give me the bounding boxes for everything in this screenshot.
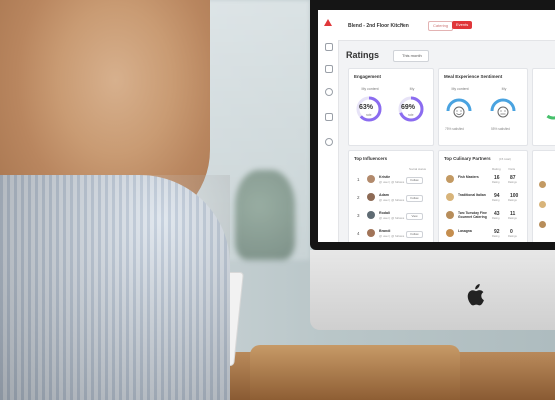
partner-avatar: [446, 211, 454, 219]
engagement-right-label: My: [409, 87, 415, 91]
chevron-down-icon[interactable]: ▾: [401, 22, 404, 28]
engagement-left-sub: rate: [366, 113, 372, 117]
list-item[interactable]: Two Tuesday Fine Gourmet Catering 43 Rat…: [444, 209, 524, 223]
desktop-monitor: Blend - 2nd Floor Kitchen ▾ Catering Eve…: [310, 0, 555, 330]
person-shadow: [0, 175, 230, 400]
follow-button[interactable]: Follow: [406, 231, 423, 238]
sentiment-left-label: My content: [451, 87, 469, 91]
rank: 1: [357, 177, 360, 182]
monitor-stand: [250, 345, 460, 400]
influencer-name: Kristie: [379, 175, 391, 179]
avatar: [367, 229, 375, 237]
partner-avatar: [539, 201, 546, 208]
partner-rating-label: Rating: [492, 199, 500, 202]
partial-card: [532, 68, 555, 146]
partial-card-2: [532, 150, 555, 242]
avatar: [367, 211, 375, 219]
partner-avatar: [446, 193, 454, 201]
tab-catering[interactable]: Catering: [428, 21, 454, 31]
follow-button[interactable]: Follow: [406, 177, 423, 184]
engagement-left-value: 63%: [359, 104, 374, 111]
background-plant: [235, 170, 295, 260]
user-icon[interactable]: [325, 88, 333, 96]
home-icon[interactable]: [325, 43, 333, 51]
partner-visits-label: Ratings: [508, 217, 517, 220]
partner-avatar: [446, 229, 454, 237]
tab-events[interactable]: Events: [452, 21, 473, 29]
influencer-name: Brandi: [379, 229, 391, 233]
influencer-meta: @ user | @ follows: [379, 216, 405, 220]
venue-selector[interactable]: Blend - 2nd Floor Kitchen: [348, 23, 409, 29]
list-item[interactable]: Traditional Italian 94 Rating 100 Rating…: [444, 191, 524, 205]
sentiment-left-gauge: [446, 98, 472, 118]
partner-visits-label: Ratings: [508, 235, 517, 238]
rank: 3: [357, 213, 360, 218]
sentiment-left-sub: 75% satisfied: [445, 127, 464, 131]
influencer-name: Adam: [379, 193, 389, 197]
apple-logo-icon: [467, 284, 484, 306]
calendar-icon[interactable]: [325, 65, 333, 73]
partner-rating-label: Rating: [492, 235, 500, 238]
engagement-right-value: 69%: [401, 104, 416, 111]
partners-card: Top Culinary Partners (15 total) Rating …: [438, 150, 528, 242]
engagement-left-label: My content: [361, 87, 379, 91]
table-row: 2 Adam @ user | @ follows Follow: [354, 191, 430, 205]
rank: 4: [357, 231, 360, 236]
sentiment-card: Meal Experience Sentiment My content 75%…: [438, 68, 528, 146]
list-item[interactable]: Fish Masters 16 Rating 87 Ratings: [444, 173, 524, 187]
partner-avatar: [539, 221, 546, 228]
partners-head-rating: Rating: [492, 167, 501, 171]
top-bar: Blend - 2nd Floor Kitchen ▾ Catering Eve…: [338, 10, 555, 41]
follow-button[interactable]: Follow: [406, 195, 423, 202]
influencer-meta: @ user | @ follows: [379, 234, 405, 238]
partner-name: Fish Masters: [458, 175, 479, 179]
influencers-card: Top Influencers Social status 1 Kristie …: [348, 150, 434, 242]
rank: 2: [357, 195, 360, 200]
list-item[interactable]: Lasagna 92 Rating 0 Ratings: [444, 227, 524, 241]
engagement-card: Engagement My content 63% rate My 69% ra…: [348, 68, 434, 146]
monitor-screen: Blend - 2nd Floor Kitchen ▾ Catering Eve…: [318, 10, 555, 242]
photo-scene: Blend - 2nd Floor Kitchen ▾ Catering Eve…: [0, 0, 555, 400]
engagement-right-sub: rate: [408, 113, 414, 117]
table-row: 1 Kristie @ user | @ follows Follow: [354, 173, 430, 187]
influencer-meta: @ user | @ follows: [379, 180, 405, 184]
partial-gauge: [542, 98, 555, 120]
engagement-title: Engagement: [354, 74, 382, 79]
brand-logo-icon: [324, 19, 332, 26]
partner-avatar: [446, 175, 454, 183]
influencers-title: Top Influencers: [354, 156, 388, 161]
partner-visits-label: Ratings: [508, 199, 517, 202]
view-button[interactable]: View: [406, 213, 423, 220]
partner-rating-label: Rating: [492, 181, 500, 184]
sentiment-right-gauge: [490, 98, 516, 118]
sentiment-right-sub: 55% satisfied: [491, 127, 510, 131]
table-row: 3 Rodali @ user | @ follows View: [354, 209, 430, 223]
sidebar-nav: [318, 10, 339, 242]
partner-visits-label: Ratings: [508, 181, 517, 184]
influencer-name: Rodali: [379, 211, 390, 215]
partners-head-visits: Visits: [508, 167, 516, 171]
influencers-head: Social status: [409, 167, 427, 171]
avatar: [367, 193, 375, 201]
avatar: [367, 175, 375, 183]
partners-subtitle: (15 total): [499, 157, 511, 161]
monitor-bezel: Blend - 2nd Floor Kitchen ▾ Catering Eve…: [310, 0, 555, 250]
partner-rating-label: Rating: [492, 217, 500, 220]
influencer-meta: @ user | @ follows: [379, 198, 405, 202]
partner-name: Two Tuesday Fine Gourmet Catering: [458, 211, 487, 219]
period-select[interactable]: This month: [393, 50, 429, 62]
monitor-chin: [310, 250, 555, 330]
partner-avatar: [539, 181, 546, 188]
sentiment-title: Meal Experience Sentiment: [444, 74, 503, 79]
partners-title: Top Culinary Partners: [444, 156, 491, 161]
chart-icon[interactable]: [325, 113, 333, 121]
table-row: 4 Brandi @ user | @ follows Follow: [354, 227, 430, 241]
settings-icon[interactable]: [325, 138, 333, 146]
page-title: Ratings: [346, 50, 380, 60]
partner-name: Lasagna: [458, 229, 472, 233]
partner-name: Traditional Italian: [458, 193, 486, 197]
sentiment-right-label: My: [501, 87, 507, 91]
